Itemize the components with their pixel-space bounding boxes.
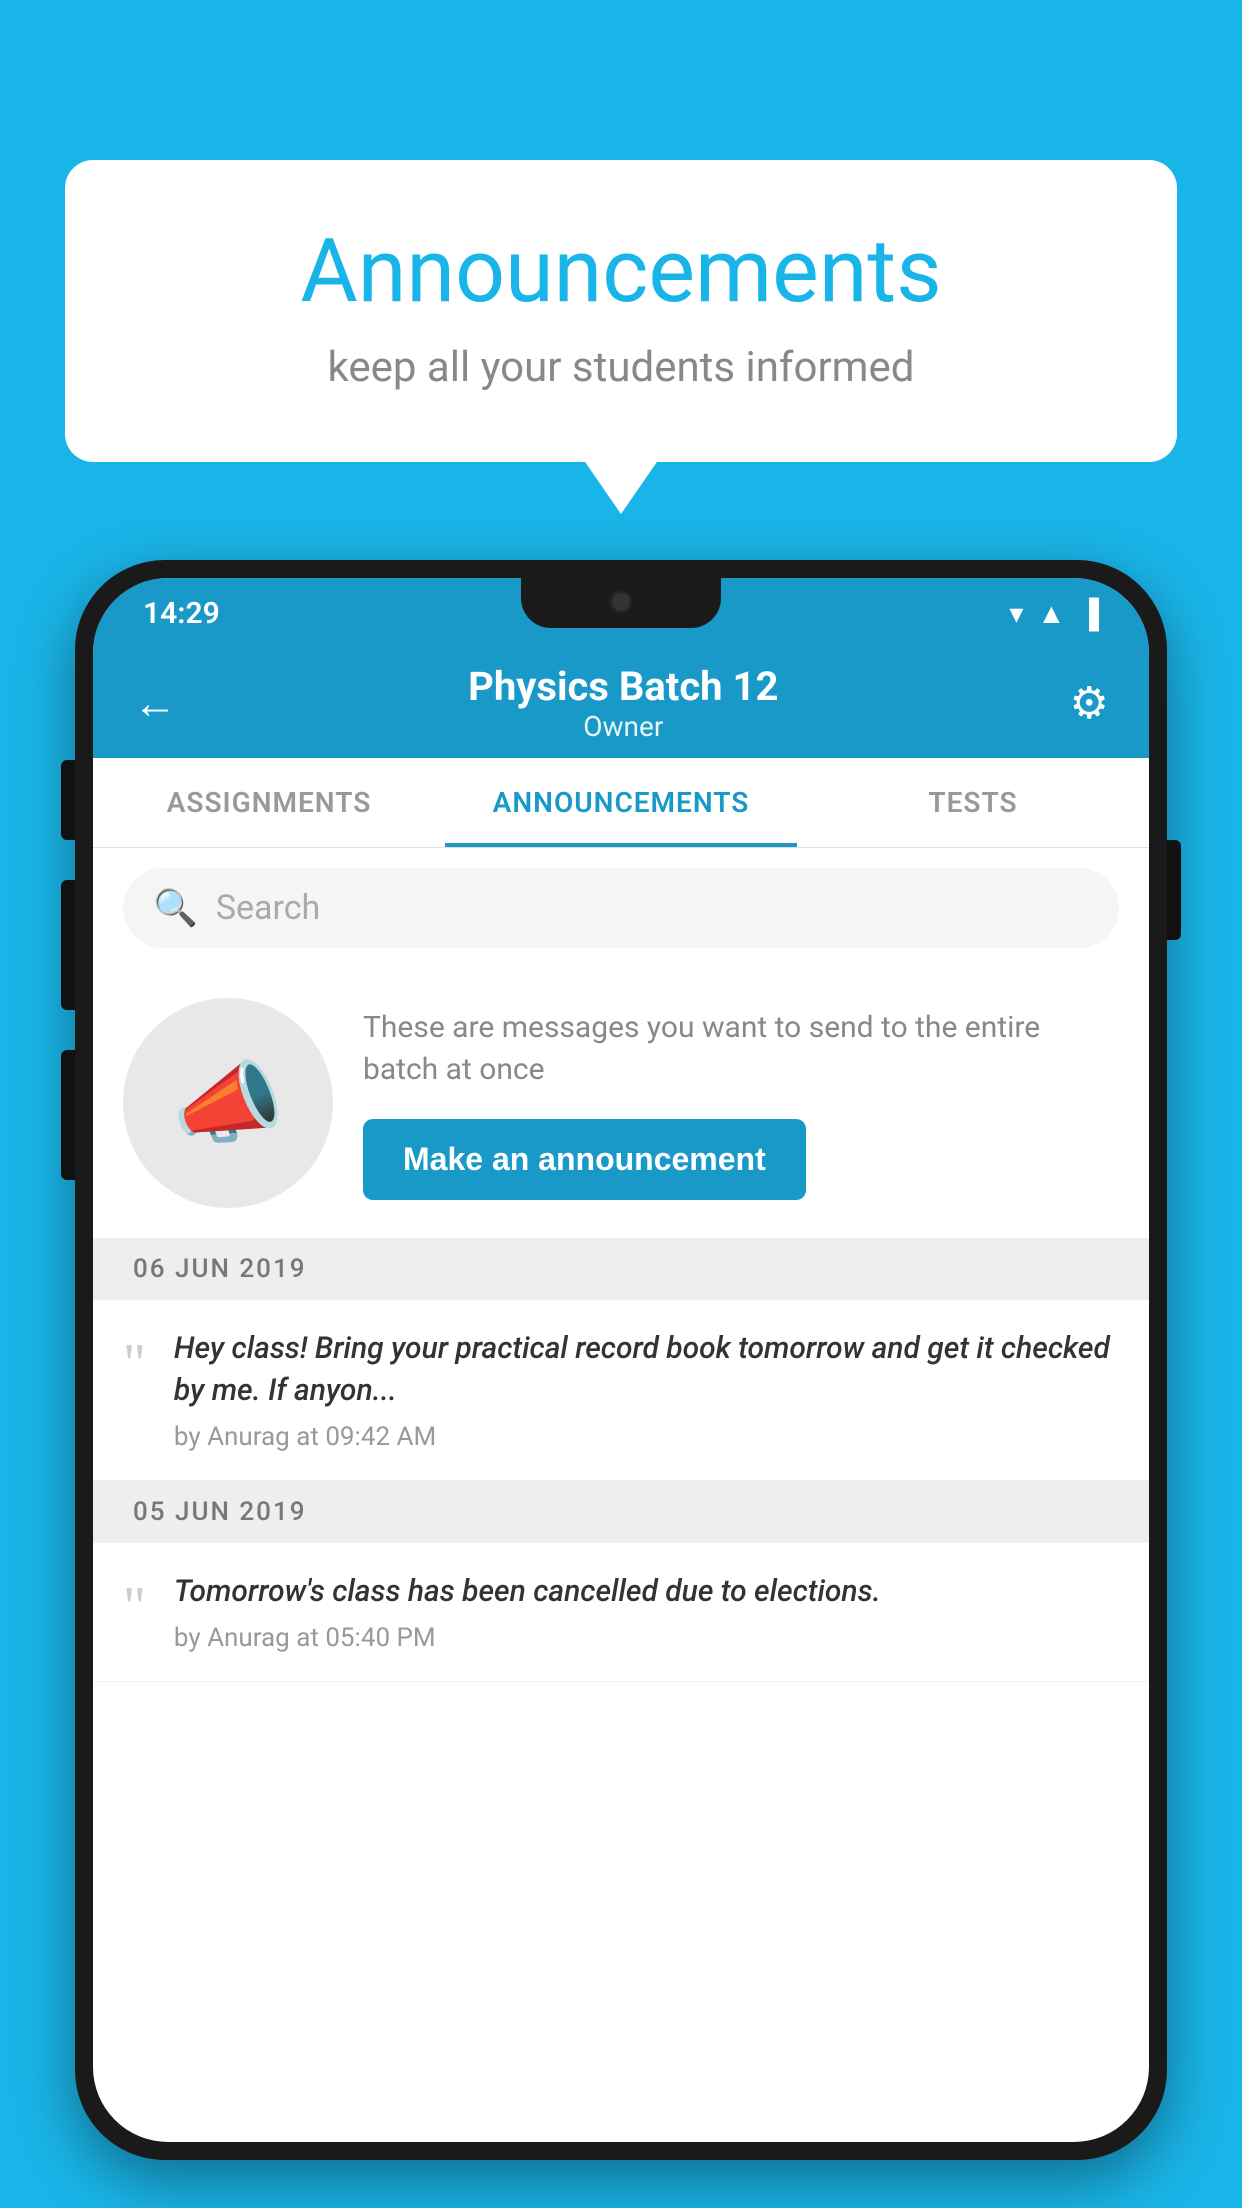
search-placeholder: Search <box>216 888 320 928</box>
promo-description: These are messages you want to send to t… <box>363 1007 1119 1091</box>
announcement-message-2: Tomorrow's class has been cancelled due … <box>174 1571 1119 1613</box>
announcement-meta-1: by Anurag at 09:42 AM <box>174 1422 1119 1452</box>
announcement-text-area-2: Tomorrow's class has been cancelled due … <box>174 1571 1119 1653</box>
tab-assignments[interactable]: ASSIGNMENTS <box>93 758 445 847</box>
app-bar-subtitle: Owner <box>468 710 778 743</box>
quote-icon-1: " <box>123 1336 146 1392</box>
announcement-message-1: Hey class! Bring your practical record b… <box>174 1328 1119 1412</box>
tabs-bar: ASSIGNMENTS ANNOUNCEMENTS TESTS <box>93 758 1149 848</box>
announcement-meta-2: by Anurag at 05:40 PM <box>174 1623 1119 1653</box>
make-announcement-button[interactable]: Make an announcement <box>363 1119 806 1200</box>
quote-icon-2: " <box>123 1579 146 1635</box>
phone-outer-shell: 14:29 ▾ ▲ ▐ ← Physics Batch 12 Owner ⚙ <box>75 560 1167 2160</box>
phone-mockup: 14:29 ▾ ▲ ▐ ← Physics Batch 12 Owner ⚙ <box>75 560 1167 2160</box>
phone-silent-button <box>61 1050 75 1180</box>
speech-bubble-title: Announcements <box>145 220 1097 323</box>
speech-bubble-subtitle: keep all your students informed <box>145 343 1097 392</box>
date-separator-1: 06 JUN 2019 <box>93 1238 1149 1300</box>
speech-bubble-section: Announcements keep all your students inf… <box>65 160 1177 462</box>
search-container: 🔍 Search <box>93 848 1149 968</box>
status-time: 14:29 <box>143 596 220 631</box>
promo-text-area: These are messages you want to send to t… <box>363 1007 1119 1200</box>
announcement-text-area-1: Hey class! Bring your practical record b… <box>174 1328 1119 1452</box>
search-icon: 🔍 <box>153 887 198 929</box>
phone-screen: 14:29 ▾ ▲ ▐ ← Physics Batch 12 Owner ⚙ <box>93 578 1149 2142</box>
tab-announcements[interactable]: ANNOUNCEMENTS <box>445 758 797 847</box>
app-bar-title-group: Physics Batch 12 Owner <box>468 663 778 743</box>
front-camera <box>609 590 633 614</box>
phone-notch <box>521 578 721 628</box>
app-bar: ← Physics Batch 12 Owner ⚙ <box>93 648 1149 758</box>
app-bar-title: Physics Batch 12 <box>468 663 778 710</box>
signal-icon: ▲ <box>1037 597 1065 630</box>
promo-section: 📣 These are messages you want to send to… <box>93 968 1149 1238</box>
settings-button[interactable]: ⚙ <box>1070 677 1109 729</box>
phone-volume-down-button <box>61 880 75 1010</box>
main-content: 🔍 Search 📣 These are messages you want t… <box>93 848 1149 1682</box>
battery-icon: ▐ <box>1079 597 1099 630</box>
status-icons-group: ▾ ▲ ▐ <box>1009 597 1099 630</box>
announcement-item-1[interactable]: " Hey class! Bring your practical record… <box>93 1300 1149 1481</box>
date-separator-2: 05 JUN 2019 <box>93 1481 1149 1543</box>
speech-bubble-card: Announcements keep all your students inf… <box>65 160 1177 462</box>
phone-power-button <box>1167 840 1181 940</box>
wifi-icon: ▾ <box>1009 597 1023 630</box>
search-box[interactable]: 🔍 Search <box>123 868 1119 948</box>
megaphone-icon: 📣 <box>172 1051 284 1156</box>
tab-tests[interactable]: TESTS <box>797 758 1149 847</box>
phone-volume-up-button <box>61 760 75 840</box>
promo-icon-circle: 📣 <box>123 998 333 1208</box>
back-button[interactable]: ← <box>133 677 177 729</box>
announcement-item-2[interactable]: " Tomorrow's class has been cancelled du… <box>93 1543 1149 1682</box>
